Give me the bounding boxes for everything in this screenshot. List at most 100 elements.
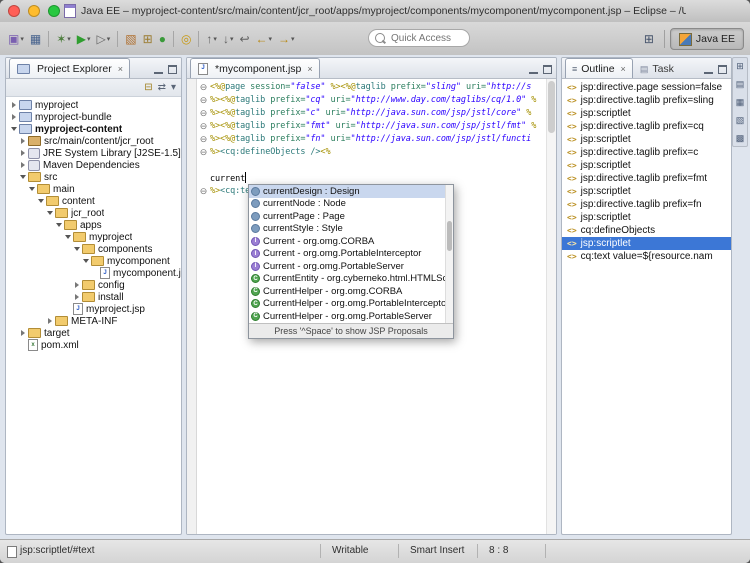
expanded-arrow-icon[interactable] bbox=[9, 123, 18, 135]
autocomplete-item[interactable]: CCurrentHelper - org.omg.PortableServer bbox=[249, 310, 453, 323]
collapse-all-icon[interactable]: ⊟ bbox=[144, 80, 152, 96]
collapsed-arrow-icon[interactable] bbox=[18, 159, 27, 171]
tree-item[interactable]: install bbox=[6, 291, 181, 303]
autocomplete-item[interactable]: ICurrent - org.omg.CORBA bbox=[249, 235, 453, 248]
collapsed-arrow-icon[interactable] bbox=[18, 135, 27, 147]
external-tools-button[interactable]: ▷▾ bbox=[94, 28, 114, 50]
tab-task[interactable]: ▤ Task bbox=[633, 58, 681, 78]
tab-mycomponent-jsp[interactable]: J *mycomponent.jsp × bbox=[190, 58, 320, 78]
scrollbar-thumb[interactable] bbox=[447, 221, 452, 251]
tree-item[interactable]: src bbox=[6, 171, 181, 183]
last-edit-location-button[interactable]: ↩ bbox=[236, 28, 252, 50]
fold-marker-icon[interactable]: ⊖ bbox=[197, 120, 210, 133]
maximize-view-button[interactable] bbox=[167, 65, 178, 74]
previous-annotation-button[interactable]: ↑▾ bbox=[203, 28, 220, 50]
outline-item[interactable]: <>cq:text value=${resource.nam bbox=[562, 250, 731, 263]
autocomplete-item[interactable]: currentNode : Node bbox=[249, 198, 453, 211]
code-line[interactable]: ⊖%><%@taglib prefix="fmt" uri="http://ja… bbox=[187, 120, 556, 133]
maximize-view-button[interactable] bbox=[717, 65, 728, 74]
collapsed-arrow-icon[interactable] bbox=[18, 327, 27, 339]
tab-outline[interactable]: ≡ Outline × bbox=[565, 58, 633, 78]
outline-item[interactable]: <>jsp:directive.taglib prefix=fn bbox=[562, 198, 731, 211]
tree-item[interactable]: myproject bbox=[6, 231, 181, 243]
tree-item[interactable]: main bbox=[6, 183, 181, 195]
tree-item[interactable]: xpom.xml bbox=[6, 339, 181, 351]
minimize-button[interactable] bbox=[28, 5, 40, 17]
tree-item[interactable]: src/main/content/jcr_root bbox=[6, 135, 181, 147]
tree-item[interactable]: jcr_root bbox=[6, 207, 181, 219]
new-class-button[interactable]: ● bbox=[156, 28, 169, 50]
forward-button[interactable]: →▾ bbox=[275, 28, 298, 50]
minimized-view-button-4[interactable]: ▩ bbox=[734, 132, 746, 144]
quick-access[interactable] bbox=[368, 29, 470, 47]
expanded-arrow-icon[interactable] bbox=[81, 255, 90, 267]
autocomplete-item[interactable]: ICurrent - org.omg.PortableInterceptor bbox=[249, 248, 453, 261]
collapsed-arrow-icon[interactable] bbox=[9, 99, 18, 111]
open-perspective-button[interactable]: ⊞ bbox=[639, 29, 659, 49]
quick-access-input[interactable] bbox=[389, 32, 463, 45]
tree-item[interactable]: Jmyproject.jsp bbox=[6, 303, 181, 315]
autocomplete-item[interactable]: currentDesign : Design bbox=[249, 185, 453, 198]
run-button[interactable]: ▶▾ bbox=[74, 28, 94, 50]
expanded-arrow-icon[interactable] bbox=[18, 171, 27, 183]
tab-project-explorer[interactable]: Project Explorer × bbox=[9, 58, 130, 78]
debug-button[interactable]: ✶▾ bbox=[53, 28, 74, 50]
outline-item[interactable]: <>jsp:scriptlet bbox=[562, 107, 731, 120]
editor-scrollbar[interactable] bbox=[546, 79, 556, 534]
minimized-view-button-2[interactable]: ▦ bbox=[734, 96, 746, 108]
tree-item[interactable]: components bbox=[6, 243, 181, 255]
java-ee-perspective-button[interactable]: Java EE bbox=[670, 28, 744, 50]
fold-marker-icon[interactable]: ⊖ bbox=[197, 107, 210, 120]
outline-item[interactable]: <>jsp:directive.taglib prefix=cq bbox=[562, 120, 731, 133]
code-line[interactable] bbox=[187, 159, 556, 172]
tree-item[interactable]: Maven Dependencies bbox=[6, 159, 181, 171]
autocomplete-item[interactable]: CCurrentHelper - org.omg.CORBA bbox=[249, 285, 453, 298]
minimized-view-button-1[interactable]: ▤ bbox=[734, 78, 746, 90]
tree-item[interactable]: META-INF bbox=[6, 315, 181, 327]
fold-marker-icon[interactable]: ⊖ bbox=[197, 133, 210, 146]
view-menu-icon[interactable]: ▾ bbox=[171, 80, 176, 96]
code-line[interactable]: ⊖%><%@taglib prefix="fn" uri="http://jav… bbox=[187, 133, 556, 146]
outline-item[interactable]: <>jsp:scriptlet bbox=[562, 211, 731, 224]
outline-item[interactable]: <>jsp:directive.taglib prefix=c bbox=[562, 146, 731, 159]
fold-marker-icon[interactable]: ⊖ bbox=[197, 94, 210, 107]
tree-item[interactable]: myproject-bundle bbox=[6, 111, 181, 123]
expanded-arrow-icon[interactable] bbox=[54, 219, 63, 231]
tree-item[interactable]: JRE System Library [J2SE-1.5] bbox=[6, 147, 181, 159]
next-annotation-button[interactable]: ↓▾ bbox=[220, 28, 237, 50]
tree-item[interactable]: myproject-content bbox=[6, 123, 181, 135]
tree-item[interactable]: content bbox=[6, 195, 181, 207]
collapsed-arrow-icon[interactable] bbox=[72, 291, 81, 303]
statusbar-insert-mode[interactable]: Smart Insert bbox=[410, 545, 464, 556]
tree-item[interactable]: config bbox=[6, 279, 181, 291]
close-icon[interactable]: × bbox=[307, 64, 312, 74]
code-line[interactable]: ⊖<%@page session="false" %><%@taglib pre… bbox=[187, 81, 556, 94]
outline-item[interactable]: <>cq:defineObjects bbox=[562, 224, 731, 237]
new-wizard-button[interactable]: ▣▾ bbox=[5, 28, 27, 50]
zoom-button[interactable] bbox=[48, 5, 60, 17]
scrollbar-thumb[interactable] bbox=[548, 81, 555, 133]
fold-marker-icon[interactable]: ⊖ bbox=[197, 185, 210, 198]
minimize-view-button[interactable] bbox=[528, 65, 539, 74]
autocomplete-item[interactable]: currentStyle : Style bbox=[249, 223, 453, 236]
close-icon[interactable]: × bbox=[118, 64, 123, 74]
save-button[interactable]: ▦ bbox=[27, 28, 44, 50]
fold-marker-icon[interactable]: ⊖ bbox=[197, 81, 210, 94]
expanded-arrow-icon[interactable] bbox=[63, 231, 72, 243]
outline-item[interactable]: <>jsp:directive.taglib prefix=fmt bbox=[562, 172, 731, 185]
titlebar[interactable]: Java EE – myproject-content/src/main/con… bbox=[0, 0, 750, 23]
outline-item[interactable]: <>jsp:scriptlet bbox=[562, 185, 731, 198]
popup-scrollbar[interactable] bbox=[445, 185, 453, 323]
autocomplete-item[interactable]: CCurrentEntity - org.cyberneko.html.HTML… bbox=[249, 273, 453, 286]
outline-item[interactable]: <>jsp:scriptlet bbox=[562, 159, 731, 172]
outline-item[interactable]: <>jsp:scriptlet bbox=[562, 237, 731, 250]
tree-item[interactable]: mycomponent bbox=[6, 255, 181, 267]
tree-item[interactable]: target bbox=[6, 327, 181, 339]
close-button[interactable] bbox=[8, 5, 20, 17]
tree-item[interactable]: apps bbox=[6, 219, 181, 231]
outline-item[interactable]: <>jsp:directive.page session=false bbox=[562, 81, 731, 94]
code-line[interactable]: ⊖%><%@taglib prefix="c" uri="http://java… bbox=[187, 107, 556, 120]
minimized-view-button-3[interactable]: ▧ bbox=[734, 114, 746, 126]
tree-item[interactable]: myproject bbox=[6, 99, 181, 111]
collapsed-arrow-icon[interactable] bbox=[45, 315, 54, 327]
